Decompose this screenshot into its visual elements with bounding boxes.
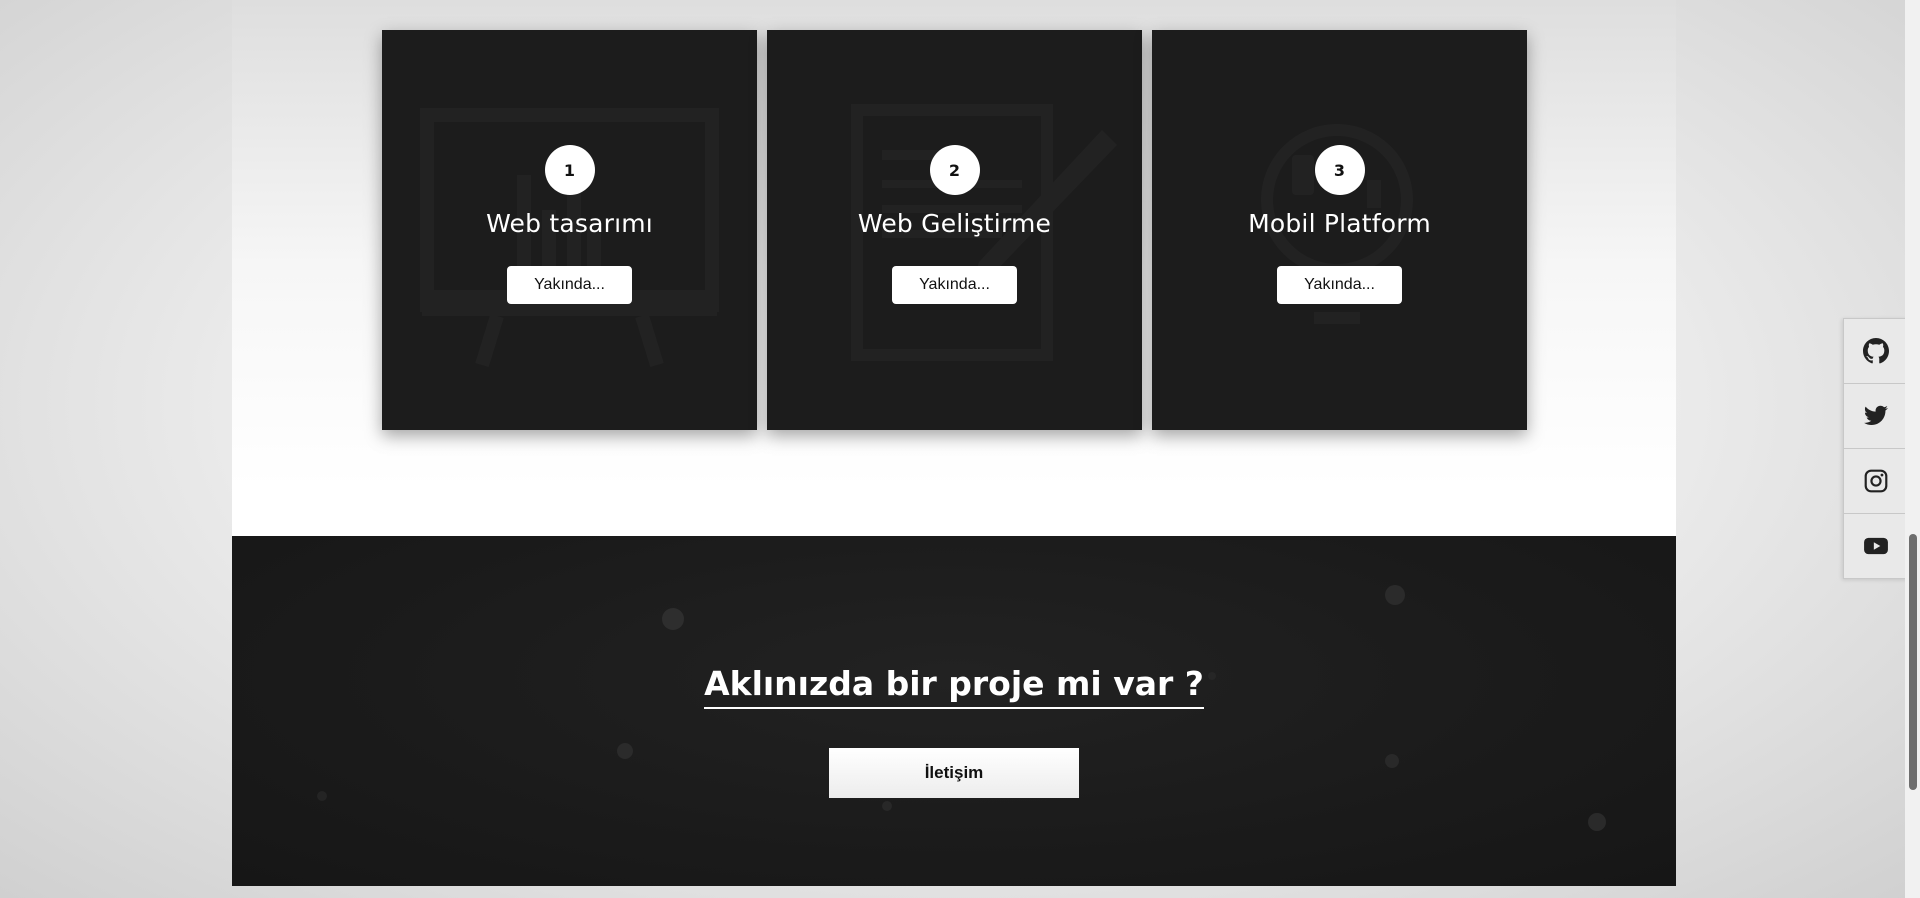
contact-button[interactable]: İletişim xyxy=(829,748,1079,798)
contact-cta-section: Aklınızda bir proje mi var ? İletişim xyxy=(232,536,1676,886)
cta-heading-wrapper: Aklınızda bir proje mi var ? xyxy=(232,664,1676,709)
github-link[interactable] xyxy=(1844,319,1908,384)
twitter-link[interactable] xyxy=(1844,384,1908,449)
scrollbar-thumb[interactable] xyxy=(1909,534,1917,790)
coming-soon-button[interactable]: Yakında... xyxy=(892,266,1017,304)
youtube-icon xyxy=(1864,537,1888,555)
service-card-web-design: 1 Web tasarımı Yakında... xyxy=(382,30,757,430)
coming-soon-button[interactable]: Yakında... xyxy=(507,266,632,304)
card-number: 1 xyxy=(544,145,595,195)
page-container: 1 Web tasarımı Yakında... 2 Web Geliştir… xyxy=(232,0,1676,886)
service-card-web-development: 2 Web Geliştirme Yakında... xyxy=(767,30,1142,430)
services-cards: 1 Web tasarımı Yakında... 2 Web Geliştir… xyxy=(382,30,1527,430)
youtube-link[interactable] xyxy=(1844,514,1908,578)
card-number: 2 xyxy=(929,145,980,195)
github-icon xyxy=(1863,338,1889,364)
card-title: Web tasarımı xyxy=(486,209,653,238)
twitter-icon xyxy=(1864,405,1888,425)
instagram-link[interactable] xyxy=(1844,449,1908,514)
card-title: Web Geliştirme xyxy=(857,209,1052,238)
particles-background xyxy=(317,585,1606,831)
instagram-icon xyxy=(1864,469,1888,493)
card-title: Mobil Platform xyxy=(1248,209,1431,238)
service-card-mobile-platform: 3 Mobil Platform Yakında... xyxy=(1152,30,1527,430)
social-sidebar xyxy=(1843,318,1909,579)
card-number: 3 xyxy=(1314,145,1365,195)
scrollbar[interactable] xyxy=(1905,0,1920,898)
coming-soon-button[interactable]: Yakında... xyxy=(1277,266,1402,304)
cta-heading: Aklınızda bir proje mi var ? xyxy=(704,664,1204,709)
